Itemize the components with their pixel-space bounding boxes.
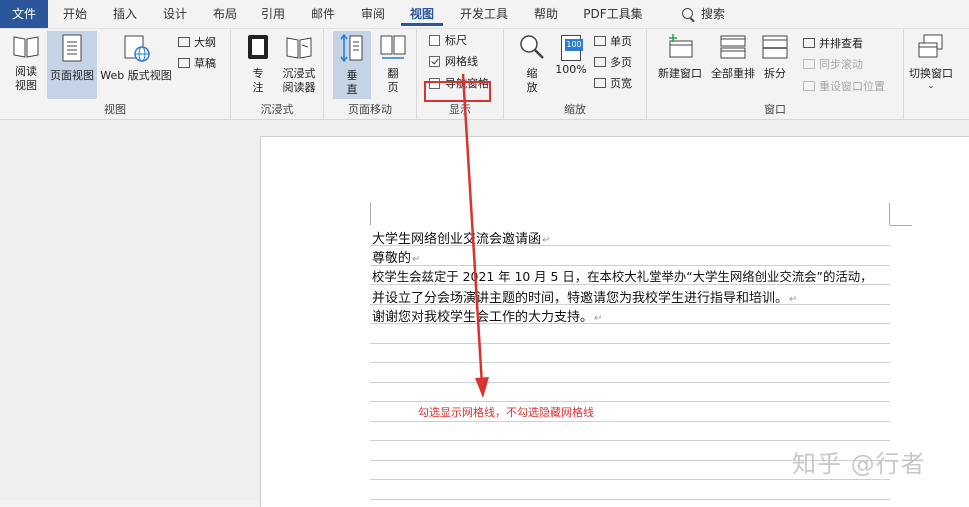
watermark: 知乎 @行者 <box>792 450 926 478</box>
annotation-arrow <box>461 73 489 398</box>
annotation-text: 勾选显示网格线，不勾选隐藏网格线 <box>418 406 594 419</box>
